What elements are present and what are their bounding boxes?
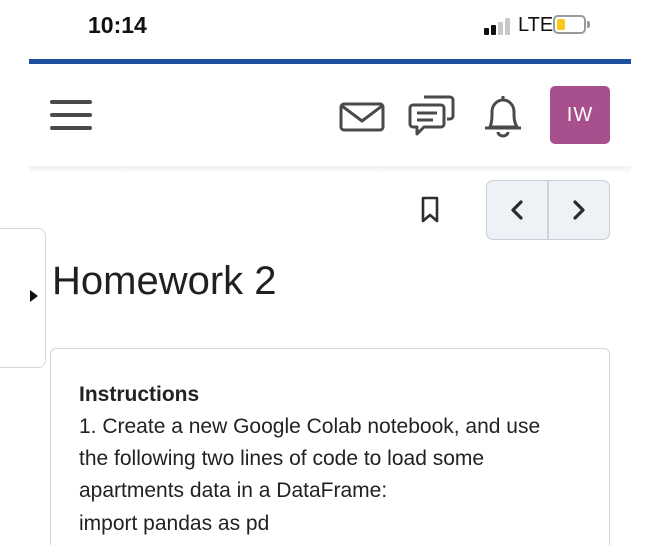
content-card: Instructions 1. Create a new Google Cola… [50,348,610,545]
instruction-line: the following two lines of code to load … [79,447,485,470]
code-line: import pandas as pd [79,512,270,535]
mail-icon[interactable] [338,92,388,138]
battery-tip [587,21,590,28]
chevron-right-icon [573,200,585,220]
status-time: 10:14 [88,12,147,38]
battery-icon [553,15,586,34]
next-button[interactable] [549,181,609,239]
avatar[interactable]: IW [550,86,610,144]
side-panel-toggle[interactable] [0,228,46,368]
bell-icon[interactable] [478,92,528,138]
bookmark-icon[interactable] [420,196,440,224]
instruction-line: 1. Create a new Google Colab notebook, a… [79,415,541,438]
page-title: Homework 2 [52,259,277,303]
instruction-line: apartments data in a DataFrame: [79,479,388,502]
expand-arrow-icon [30,290,38,302]
chevron-left-icon [511,200,523,220]
previous-button[interactable] [487,181,547,239]
instructions-heading: Instructions [79,383,200,406]
brand-bar [29,59,631,64]
carrier-label: LTE [518,14,554,36]
signal-icon [484,17,510,35]
menu-button[interactable] [50,100,94,132]
nav-divider [29,166,631,172]
chat-icon[interactable] [407,92,457,138]
pager [486,180,610,240]
